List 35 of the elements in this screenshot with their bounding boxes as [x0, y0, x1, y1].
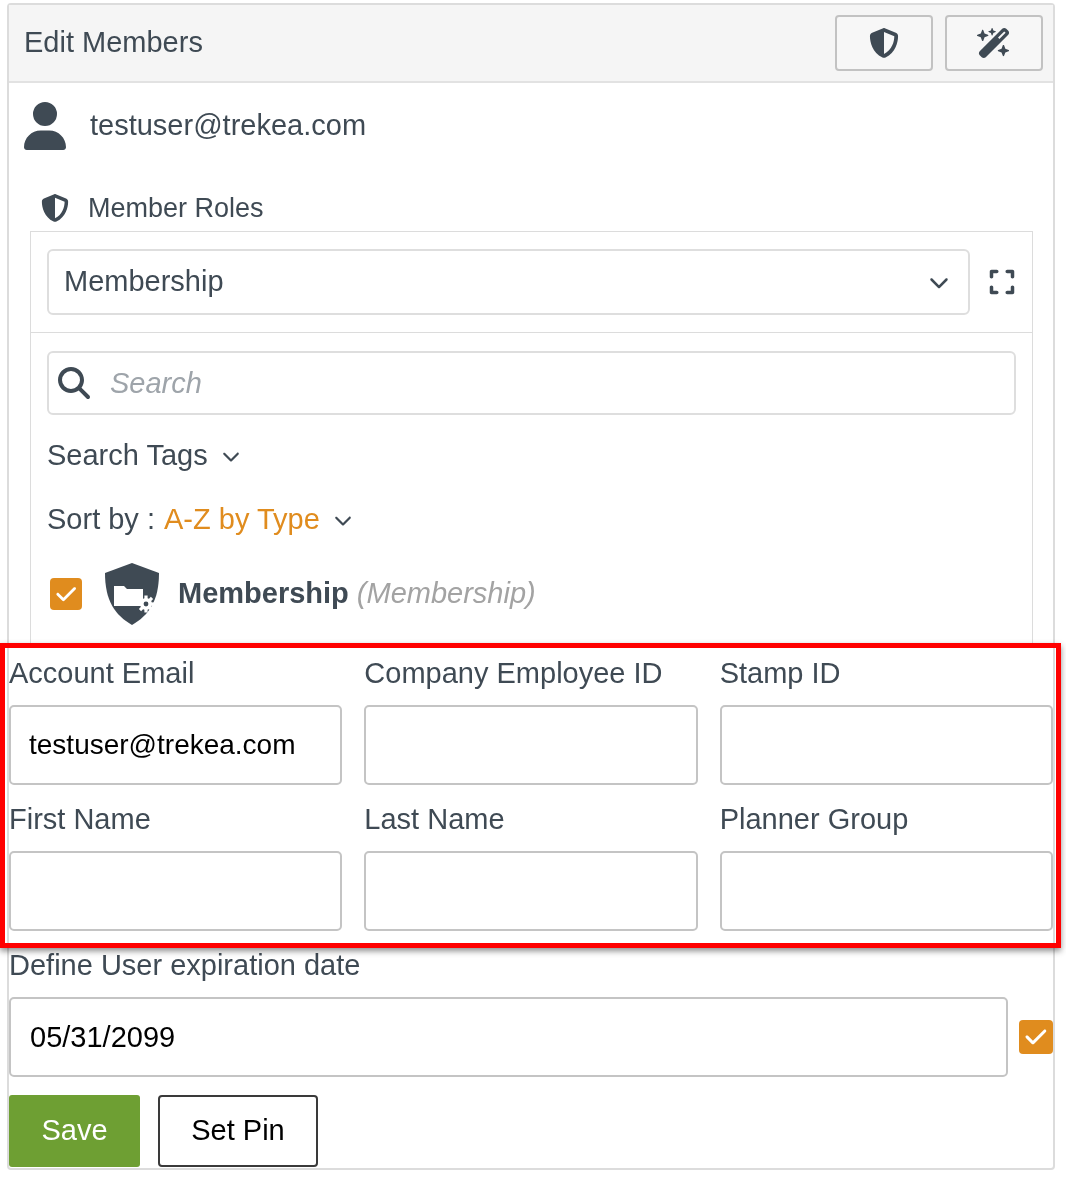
- text-input-field[interactable]: testuser@trekea.com: [9, 705, 343, 785]
- set-pin-button[interactable]: Set Pin: [158, 1095, 318, 1167]
- search-tags-toggle[interactable]: Search Tags: [47, 434, 244, 478]
- role-name: Membership: [178, 576, 349, 612]
- field-label: Account Email: [9, 656, 196, 692]
- sort-label: Sort by :: [47, 502, 155, 538]
- expiration-label: Define User expiration date: [9, 948, 361, 984]
- user-email: testuser@trekea.com: [90, 108, 367, 144]
- user-icon: [24, 102, 66, 150]
- field-label: First Name: [9, 802, 152, 838]
- date-input-field[interactable]: 05/31/2099: [9, 997, 1008, 1077]
- field-label: Company Employee ID: [364, 656, 664, 692]
- text-input-field[interactable]: [719, 851, 1053, 931]
- expand-icon[interactable]: [988, 268, 1016, 296]
- magic-wand-icon: [977, 27, 1011, 59]
- role-select[interactable]: Membership: [47, 249, 970, 315]
- panel-title: Edit Members: [24, 25, 203, 61]
- roles-button[interactable]: [835, 15, 933, 71]
- member-roles-heading: Member Roles: [88, 191, 264, 225]
- field-label: Stamp ID: [719, 656, 842, 692]
- search-icon: [58, 367, 90, 399]
- role-checkbox[interactable]: [50, 578, 82, 610]
- field-label: Last Name: [364, 802, 506, 838]
- magic-wand-button[interactable]: [945, 15, 1043, 71]
- text-input-field[interactable]: [364, 705, 698, 785]
- text-input-field[interactable]: [9, 851, 343, 931]
- text-input-field[interactable]: [719, 705, 1053, 785]
- shield-icon: [40, 194, 70, 222]
- shield-icon: [869, 27, 899, 59]
- field-label: Planner Group: [719, 802, 910, 838]
- role-type: (Membership): [356, 576, 536, 612]
- text-input-field[interactable]: [364, 851, 698, 931]
- search-field[interactable]: Search: [47, 351, 1016, 415]
- expiration-checkbox[interactable]: [1019, 1020, 1053, 1054]
- shield-folder-gear-icon: [102, 562, 162, 626]
